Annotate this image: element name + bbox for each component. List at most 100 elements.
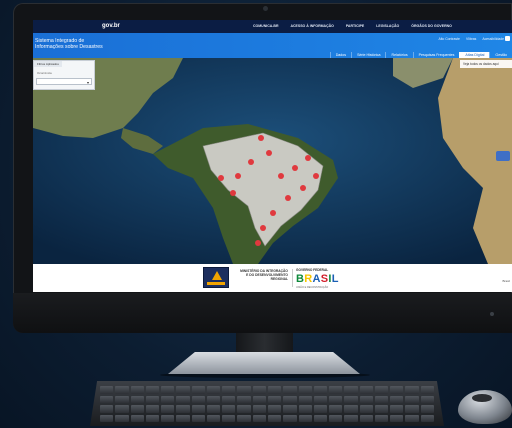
keyboard-key [115,414,129,422]
map-marker[interactable] [260,225,266,231]
gov-menu-item[interactable]: COMUNICA-BR [253,24,278,28]
map-tool-icon[interactable] [496,151,510,161]
monitor-neck [236,333,293,353]
map-marker[interactable] [270,210,276,216]
keyboard-key [405,405,419,413]
map-marker[interactable] [305,155,311,161]
keyboard-keys [100,386,434,422]
keyboard-key [191,395,205,403]
filter-panel-tab[interactable]: Filtros Aplicados [34,61,62,67]
chevron-down-icon: ▾ [86,80,89,85]
keyboard-key [405,386,419,394]
map-marker[interactable] [292,165,298,171]
keyboard-key [390,405,404,413]
gov-menu-item[interactable]: ÓRGÃOS DO GOVERNO [411,24,452,28]
keyboard-key [298,395,312,403]
keyboard-key [161,414,175,422]
map-hint[interactable]: Veja todos os dados aqui [460,60,512,68]
gov-menu: COMUNICA-BR ACESSO À INFORMAÇÃO PARTICIP… [253,24,452,28]
map-canvas [33,58,512,264]
map-marker[interactable] [235,173,241,179]
brasil-logo-letter: B [296,273,305,285]
footer-divider [292,269,293,287]
keyboard-key [115,395,129,403]
keyboard-key [405,395,419,403]
webcam-icon [263,6,268,11]
keyboard-key [313,405,328,413]
keyboard-key [359,414,373,422]
ministry-name: MINISTÉRIO DA INTEGRAÇÃO E DO DESENVOLVI… [240,269,288,281]
keyboard-key [374,386,389,394]
keyboard-key [420,405,434,413]
gov-bar: gov.br COMUNICA-BR ACESSO À INFORMAÇÃO P… [33,20,512,33]
keyboard-key [329,386,343,394]
map-marker[interactable] [313,173,319,179]
map-marker[interactable] [258,135,264,141]
keyboard-key [252,405,266,413]
util-link[interactable]: Acessibilidade [482,37,504,41]
keyboard-key [283,386,297,394]
filter-label: Ocorrência [37,71,52,75]
keyboard-key [252,386,266,394]
keyboard-key [329,405,343,413]
keyboard-key [100,386,114,394]
keyboard-key [329,414,343,422]
keyboard-key [206,395,221,403]
keyboard-key [359,405,373,413]
keyboard-key [390,386,404,394]
keyboard-key [420,395,434,403]
keyboard-key [420,414,434,422]
map-marker[interactable] [218,175,224,181]
keyboard-key [145,386,160,394]
keyboard-key [206,405,221,413]
keyboard-key [100,395,114,403]
keyboard-key [267,395,282,403]
keyboard-key [130,395,144,403]
map-marker[interactable] [278,173,284,179]
search-icon[interactable] [505,36,510,41]
gov-federal-label: GOVERNO FEDERAL [296,268,329,272]
keyboard-key [420,386,434,394]
keyboard-key [222,414,236,422]
map-marker[interactable] [230,190,236,196]
keyboard-key [176,395,190,403]
keyboard-key [191,405,205,413]
keyboard-key [252,395,266,403]
keyboard-key [222,386,236,394]
keyboard-key [191,414,205,422]
keyboard-key [176,386,190,394]
util-link[interactable]: Vlibras [466,37,476,41]
keyboard-key [374,414,389,422]
keyboard-key [145,395,160,403]
keyboard-key [237,405,251,413]
keyboard-key [161,386,175,394]
gov-menu-item[interactable]: LEGISLAÇÃO [376,24,399,28]
map-marker[interactable] [266,150,272,156]
map-marker[interactable] [285,195,291,201]
map-marker[interactable] [255,240,261,246]
gov-menu-item[interactable]: PARTICIPE [346,24,364,28]
util-link[interactable]: Alto Contraste [438,37,460,41]
disaster-map[interactable] [33,58,512,264]
keyboard-key [130,405,144,413]
keyboard-key [161,405,175,413]
map-marker[interactable] [248,159,254,165]
keyboard-key [100,405,114,413]
utility-links: Alto Contraste Vlibras Acessibilidade [438,37,504,41]
gov-logo[interactable]: gov.br [102,23,120,29]
keyboard-key [145,405,160,413]
keyboard-key [283,405,297,413]
keyboard-key [267,386,282,394]
keyboard-key [222,405,236,413]
gov-menu-item[interactable]: ACESSO À INFORMAÇÃO [290,24,333,28]
brasil-logo: BRASIL [296,274,339,285]
keyboard-key [344,414,358,422]
keyboard-key [267,405,282,413]
monitor-stand [168,352,360,374]
keyboard-key [283,395,297,403]
keyboard-key [298,405,312,413]
site-title[interactable]: Sistema Integrado de Informações sobre D… [35,38,105,50]
map-marker[interactable] [300,185,306,191]
occurrence-select[interactable]: ▾ [36,78,92,85]
keyboard-key [344,405,358,413]
